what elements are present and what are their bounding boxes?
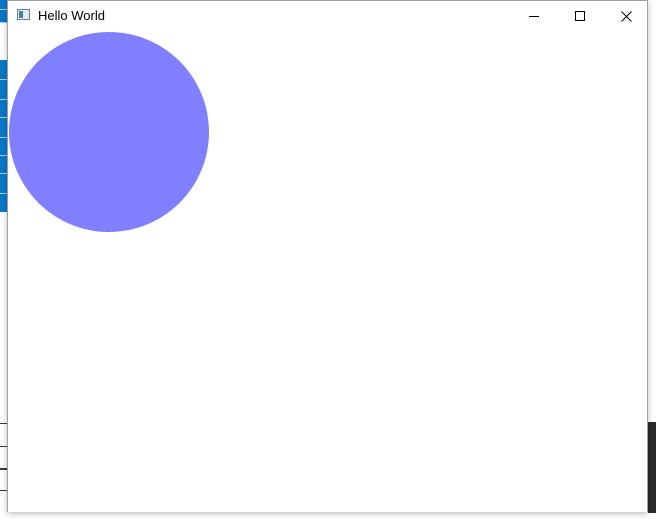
minimize-icon [529, 11, 539, 21]
close-icon [620, 10, 632, 22]
circle-shape [9, 32, 209, 232]
close-button[interactable] [603, 1, 649, 31]
window-app-icon[interactable] [17, 9, 30, 20]
maximize-button[interactable] [557, 1, 603, 31]
window-title: Hello World [38, 8, 105, 23]
title-bar[interactable]: Hello World [8, 1, 647, 31]
desktop: Hello World [0, 0, 656, 519]
maximize-icon [575, 11, 585, 21]
app-window: Hello World [7, 0, 648, 512]
background-app-panel [648, 422, 656, 513]
minimize-button[interactable] [511, 1, 557, 31]
window-client-area [8, 31, 647, 512]
